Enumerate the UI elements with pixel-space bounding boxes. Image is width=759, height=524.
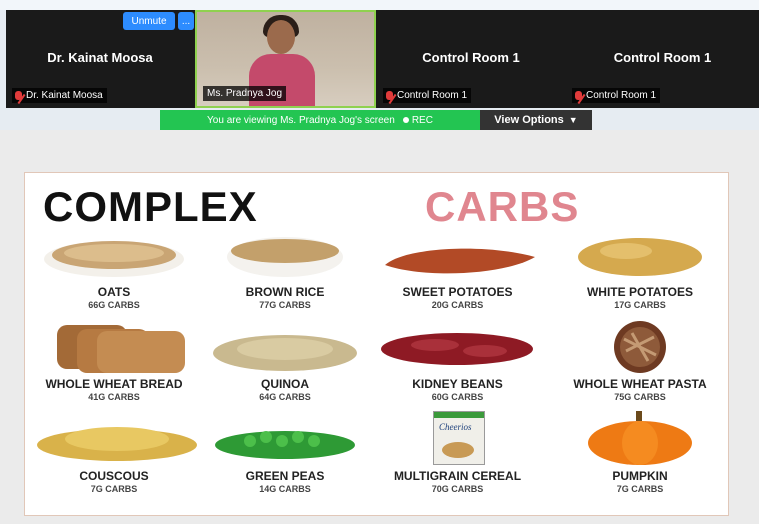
food-carbs: 20G CARBS [431, 300, 484, 310]
participant-name: Control Room 1 [422, 50, 520, 65]
unmute-button[interactable]: Unmute [123, 12, 175, 30]
participant-name: Control Room 1 [613, 50, 712, 65]
food-carbs: 66G CARBS [88, 300, 140, 310]
food-item-sweet-potatoes: SWEET POTATOES 20G CARBS [375, 235, 540, 315]
muted-mic-icon [386, 91, 397, 105]
food-carbs: 7G CARBS [616, 484, 664, 494]
food-name: OATS [97, 285, 131, 299]
food-item-kidney-beans: KIDNEY BEANS 60G CARBS [375, 321, 540, 402]
food-name: SWEET POTATOES [402, 285, 513, 299]
participant-video-tile[interactable]: Ms. Pradnya Jog [195, 10, 376, 108]
food-carbs: 64G CARBS [259, 392, 311, 402]
green-peas-icon [215, 431, 355, 459]
food-name: GREEN PEAS [245, 469, 325, 483]
participant-tile[interactable]: Control Room 1 Control Room 1 [377, 10, 565, 108]
cereal-box-icon: Cheerios [433, 411, 485, 465]
participant-name: Dr. Kainat Moosa [47, 50, 153, 65]
recording-icon [402, 117, 409, 123]
poster-title-carbs: CARBS [425, 183, 580, 230]
food-name: WHOLE WHEAT PASTA [573, 377, 707, 391]
oats-bowl-icon [44, 241, 184, 277]
food-item-green-peas: GREEN PEAS 14G CARBS [210, 411, 360, 501]
food-item-white-potatoes: WHITE POTATOES 17G CARBS [560, 235, 720, 315]
participant-label: Control Room 1 [572, 88, 661, 105]
food-name: WHITE POTATOES [586, 285, 693, 299]
food-item-quinoa: QUINOA 64G CARBS [210, 321, 360, 402]
food-name: MULTIGRAIN CEREAL [393, 469, 522, 483]
food-name: WHOLE WHEAT BREAD [45, 377, 183, 391]
food-name: QUINOA [261, 377, 309, 391]
brown-rice-bowl-icon [227, 237, 343, 277]
participant-label-text: Control Room 1 [586, 90, 657, 101]
food-carbs: 60G CARBS [431, 392, 484, 402]
food-item-multigrain-cereal: Cheerios MULTIGRAIN CEREAL 70G CARBS [375, 411, 540, 501]
participant-label: Ms. Pradnya Jog [203, 86, 287, 101]
share-banner-name: Ms. Pradnya Jog's screen [280, 114, 395, 126]
kidney-beans-icon [381, 333, 533, 365]
view-options-label: View Options [494, 114, 564, 126]
food-carbs: 77G CARBS [259, 300, 311, 310]
muted-mic-icon [575, 91, 586, 105]
participant-label-text: Control Room 1 [397, 90, 468, 101]
food-item-whole-wheat-bread: WHOLE WHEAT BREAD 41G CARBS [29, 321, 199, 402]
couscous-pile-icon [37, 427, 197, 461]
food-item-pumpkin: PUMPKIN 7G CARBS [560, 411, 720, 501]
participant-tile[interactable]: Control Room 1 Control Room 1 [566, 10, 759, 108]
food-item-couscous: COUSCOUS 7G CARBS [29, 411, 199, 501]
food-carbs: 41G CARBS [88, 392, 140, 402]
chevron-down-icon: ▼ [568, 115, 578, 125]
poster-title-complex: COMPLEX [43, 183, 258, 230]
muted-mic-icon [15, 91, 26, 105]
person-face [267, 20, 295, 54]
pumpkin-icon [588, 411, 692, 465]
top-strip [0, 0, 759, 10]
share-banner-prefix: You are viewing [207, 114, 278, 126]
rec-label: REC [411, 114, 433, 126]
food-carbs: 70G CARBS [431, 484, 484, 494]
food-name: PUMPKIN [612, 469, 668, 483]
bread-slices-icon [57, 325, 185, 373]
sweet-potato-icon [385, 248, 535, 274]
food-carbs: 75G CARBS [614, 392, 666, 402]
cereal-brand: Cheerios [439, 422, 472, 432]
food-item-whole-wheat-pasta: WHOLE WHEAT PASTA 75G CARBS [560, 321, 720, 402]
food-item-brown-rice: BROWN RICE 77G CARBS [210, 235, 360, 315]
view-options-button[interactable]: View Options ▼ [480, 110, 592, 130]
more-options-button[interactable]: ... [178, 12, 194, 30]
food-name: COUSCOUS [79, 469, 149, 483]
screen-share-banner: You are viewing Ms. Pradnya Jog's screen… [160, 110, 480, 130]
complex-carbs-poster: COMPLEX CARBS OATS 66G CARBS BROWN RICE … [24, 172, 729, 516]
participant-tile[interactable]: Dr. Kainat Moosa Dr. Kainat Moosa Unmute… [6, 10, 194, 108]
participant-gallery: Dr. Kainat Moosa Dr. Kainat Moosa Unmute… [6, 10, 759, 108]
food-carbs: 17G CARBS [614, 300, 666, 310]
food-carbs: 14G CARBS [259, 484, 311, 494]
food-item-oats: OATS 66G CARBS [29, 235, 199, 315]
food-name: KIDNEY BEANS [412, 377, 503, 391]
participant-label-text: Ms. Pradnya Jog [207, 88, 283, 99]
participant-label: Dr. Kainat Moosa [12, 88, 107, 105]
participant-label-text: Dr. Kainat Moosa [26, 90, 103, 101]
food-carbs: 7G CARBS [90, 484, 138, 494]
quinoa-pile-icon [213, 335, 357, 371]
participant-label: Control Room 1 [383, 88, 472, 105]
white-potato-icon [578, 238, 702, 276]
pasta-bowl-icon [614, 321, 666, 373]
food-name: BROWN RICE [245, 285, 325, 299]
